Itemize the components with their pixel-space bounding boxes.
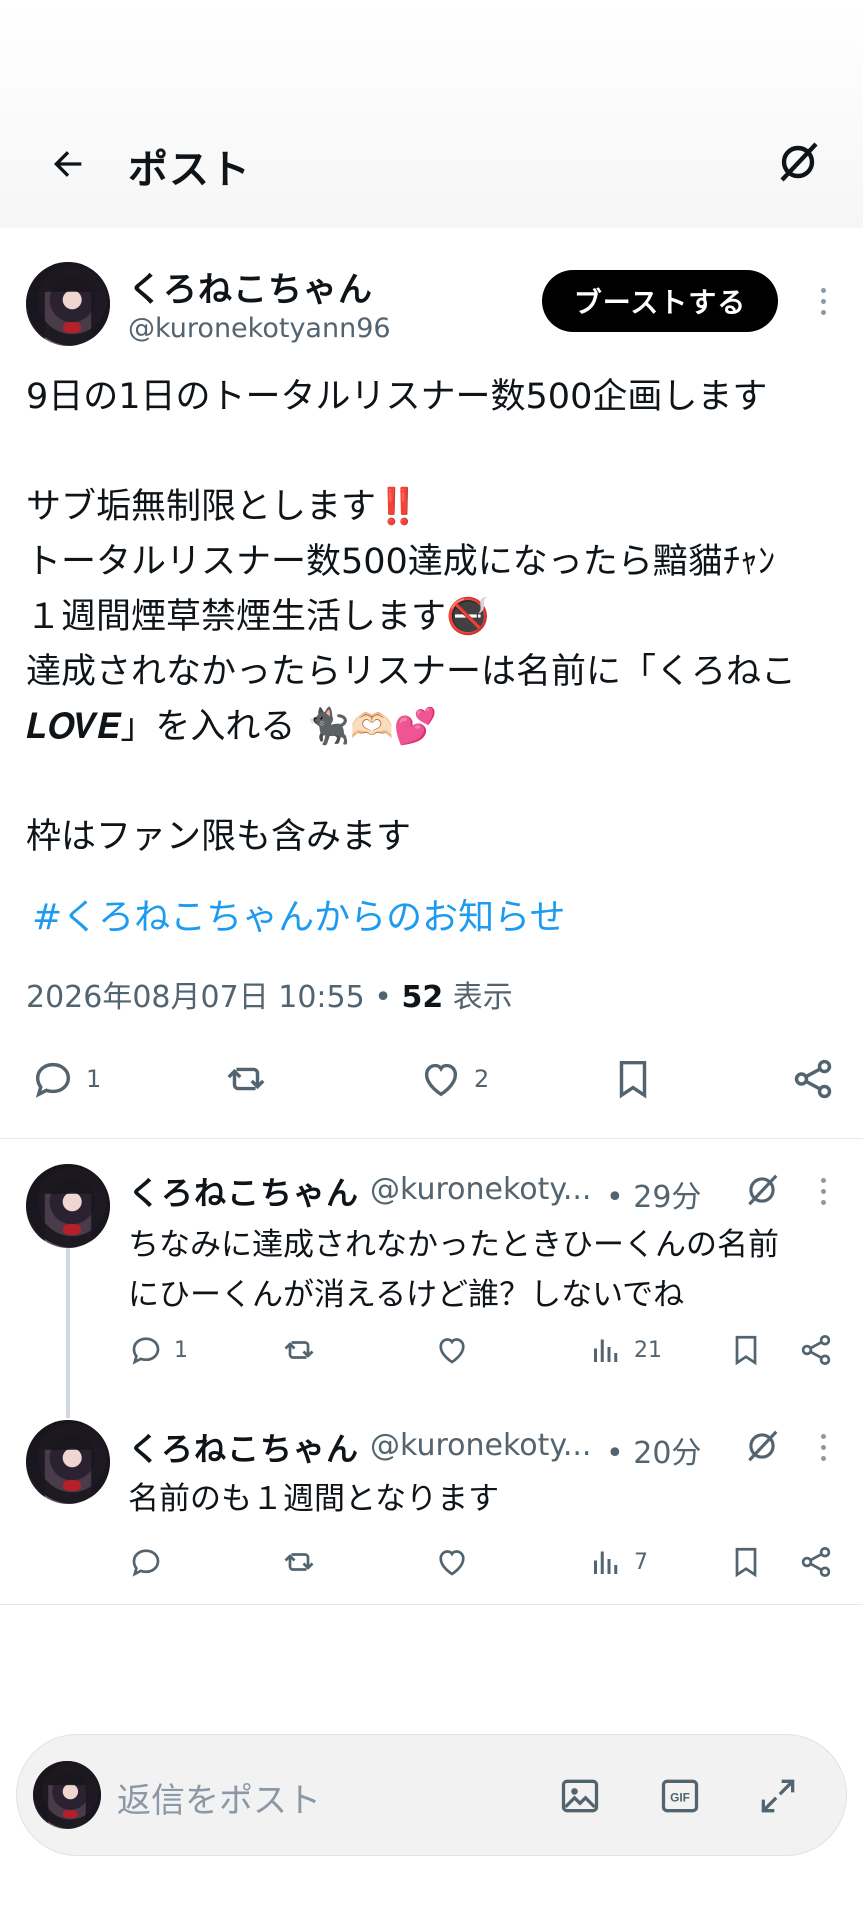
reply-button[interactable]: 1 [128, 1332, 188, 1368]
expand-icon[interactable] [753, 1771, 803, 1821]
like-count: 2 [474, 1065, 490, 1093]
reply-button[interactable] [128, 1544, 164, 1580]
reply-icon [30, 1056, 76, 1102]
author-handle[interactable]: @kuronekotyann96 [128, 313, 391, 344]
share-icon [798, 1332, 834, 1368]
views-icon [588, 1544, 624, 1580]
views-icon [588, 1332, 624, 1368]
bookmark-button[interactable] [728, 1332, 764, 1368]
reply-handle[interactable]: @kuronekoty... [370, 1428, 591, 1463]
views-count: 52 [401, 980, 444, 1015]
views-button[interactable]: 7 [588, 1544, 648, 1580]
reply-display-name[interactable]: くろねこちゃん [128, 1424, 359, 1470]
more-icon[interactable] [808, 1422, 838, 1472]
reply-handle[interactable]: @kuronekoty... [370, 1172, 591, 1207]
post-timestamp[interactable]: 2026年08月07日 10:55 [26, 980, 365, 1015]
reply-time[interactable]: • 29分 [606, 1172, 701, 1216]
post-text: 9日の1日のトータルリスナー数500企画します サブ垢無制限とします‼️ トータ… [26, 377, 797, 857]
avatar[interactable] [26, 262, 110, 346]
repost-button[interactable] [222, 1056, 270, 1102]
divider [0, 1138, 863, 1139]
share-button[interactable] [798, 1332, 834, 1368]
image-icon[interactable] [555, 1771, 605, 1821]
share-icon [798, 1544, 834, 1580]
views-button[interactable]: 21 [588, 1332, 662, 1368]
avatar [33, 1761, 101, 1829]
like-button[interactable] [434, 1332, 470, 1368]
post-action-bar: 1 2 [0, 1050, 863, 1110]
bookmark-button[interactable] [728, 1544, 764, 1580]
views-count: 21 [634, 1337, 662, 1363]
reply-button[interactable]: 1 [30, 1056, 101, 1102]
reply-text: ちなみに達成されなかったときひーくんの名前 にひーくんが消えるけど誰？しないでね [128, 1227, 779, 1313]
avatar[interactable] [26, 1420, 110, 1504]
reply-time[interactable]: • 20分 [606, 1428, 701, 1472]
hashtag-link[interactable]: #くろねこちゃんからのお知らせ [32, 888, 565, 940]
boost-button[interactable]: ブーストする [542, 270, 778, 332]
post-meta: 2026年08月07日 10:55 • 52 表示 [26, 972, 513, 1016]
repost-button[interactable] [280, 1544, 318, 1580]
grok-icon[interactable] [740, 1168, 784, 1212]
like-button[interactable] [434, 1544, 470, 1580]
back-arrow-icon[interactable] [42, 138, 94, 190]
bookmark-icon [610, 1056, 656, 1102]
reply-count: 1 [174, 1337, 188, 1363]
views-label: 表示 [452, 980, 513, 1015]
grok-icon[interactable] [770, 134, 826, 190]
thread-line [66, 1248, 70, 1418]
svg-text:GIF: GIF [670, 1791, 690, 1805]
reply-count: 1 [86, 1065, 102, 1093]
bookmark-icon [728, 1544, 764, 1580]
share-button[interactable] [798, 1544, 834, 1580]
repost-button[interactable] [280, 1332, 318, 1368]
reply-text: 名前のも１週間となります [128, 1481, 500, 1517]
repost-icon [280, 1544, 318, 1580]
reply-composer[interactable]: 返信をポスト GIF [16, 1734, 847, 1856]
grok-icon[interactable] [740, 1424, 784, 1468]
more-icon[interactable] [808, 276, 838, 326]
bookmark-icon [728, 1332, 764, 1368]
gif-icon[interactable]: GIF [655, 1771, 705, 1821]
page-title: ポスト [128, 147, 251, 193]
repost-icon [222, 1056, 270, 1102]
like-icon [434, 1544, 470, 1580]
share-icon [790, 1056, 836, 1102]
reply-input-placeholder[interactable]: 返信をポスト [117, 1773, 321, 1822]
like-icon [434, 1332, 470, 1368]
bookmark-button[interactable] [610, 1056, 656, 1102]
top-bar: ポスト [0, 0, 863, 228]
share-button[interactable] [790, 1056, 836, 1102]
like-button[interactable]: 2 [418, 1056, 489, 1102]
avatar[interactable] [26, 1164, 110, 1248]
reply-icon [128, 1544, 164, 1580]
repost-icon [280, 1332, 318, 1368]
meta-separator: • [374, 980, 402, 1015]
like-icon [418, 1056, 464, 1102]
divider [0, 1604, 863, 1605]
more-icon[interactable] [808, 1166, 838, 1216]
author-display-name[interactable]: くろねこちゃん [128, 262, 373, 311]
reply-display-name[interactable]: くろねこちゃん [128, 1168, 359, 1214]
reply-icon [128, 1332, 164, 1368]
views-count: 7 [634, 1549, 648, 1575]
